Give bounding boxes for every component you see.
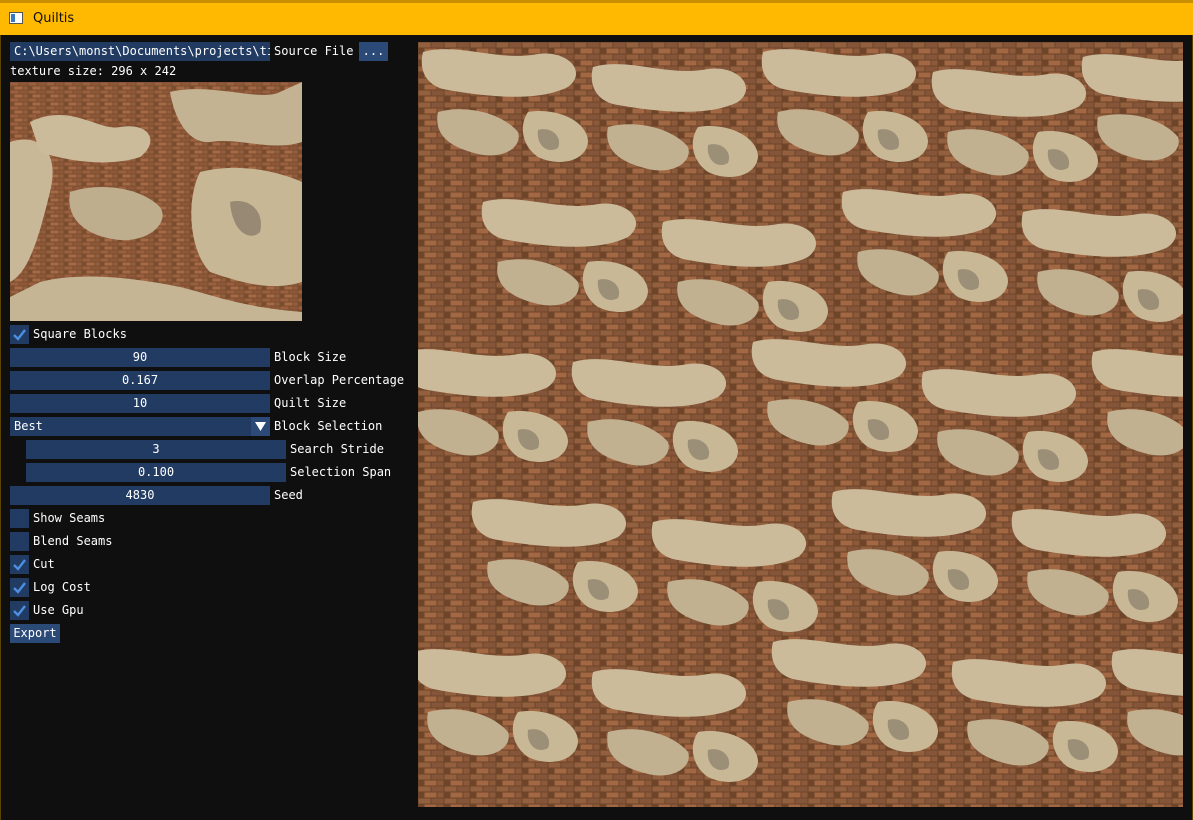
source-texture-image bbox=[10, 82, 302, 321]
quilted-texture-image bbox=[418, 42, 1183, 807]
export-button[interactable]: Export bbox=[10, 624, 60, 643]
overlap-percentage-slider[interactable]: 0.167 bbox=[10, 371, 270, 390]
checkmark-icon bbox=[13, 582, 26, 594]
window-title: Quiltis bbox=[33, 11, 75, 26]
checkmark-icon bbox=[13, 559, 26, 571]
search-stride-slider[interactable]: 3 bbox=[26, 440, 286, 459]
app-window-icon bbox=[9, 12, 23, 24]
seed-label: Seed bbox=[274, 488, 303, 502]
cut-checkbox[interactable] bbox=[10, 555, 29, 574]
source-file-input[interactable]: C:\Users\monst\Documents\projects\til bbox=[10, 42, 270, 61]
log-cost-label: Log Cost bbox=[33, 580, 91, 594]
quilt-size-label: Quilt Size bbox=[274, 396, 347, 410]
source-file-label: Source File bbox=[274, 44, 354, 58]
block-selection-label: Block Selection bbox=[274, 419, 383, 433]
checkmark-icon bbox=[13, 329, 26, 341]
square-blocks-label: Square Blocks bbox=[33, 327, 127, 341]
dropdown-arrow-button[interactable] bbox=[251, 417, 270, 436]
cut-label: Cut bbox=[33, 557, 55, 571]
blend-seams-label: Blend Seams bbox=[33, 534, 113, 548]
browse-button[interactable]: ... bbox=[359, 42, 388, 61]
block-selection-value: Best bbox=[14, 419, 43, 433]
quilted-output-preview bbox=[418, 42, 1183, 807]
overlap-percentage-label: Overlap Percentage bbox=[274, 373, 405, 387]
show-seams-label: Show Seams bbox=[33, 511, 106, 525]
window-body: C:\Users\monst\Documents\projects\til So… bbox=[0, 35, 1193, 820]
blend-seams-checkbox[interactable] bbox=[10, 532, 29, 551]
block-selection-dropdown[interactable]: Best bbox=[10, 417, 270, 436]
seed-input[interactable]: 4830 bbox=[10, 486, 270, 505]
square-blocks-checkbox[interactable] bbox=[10, 325, 29, 344]
texture-size-text: texture size: 296 x 242 bbox=[10, 64, 177, 78]
log-cost-checkbox[interactable] bbox=[10, 578, 29, 597]
use-gpu-label: Use Gpu bbox=[33, 603, 84, 617]
block-size-label: Block Size bbox=[274, 350, 347, 364]
checkmark-icon bbox=[13, 605, 26, 617]
selection-span-label: Selection Span bbox=[290, 465, 392, 479]
show-seams-checkbox[interactable] bbox=[10, 509, 29, 528]
triangle-down-icon bbox=[255, 422, 266, 431]
source-texture-preview bbox=[10, 82, 302, 321]
quilt-size-slider[interactable]: 10 bbox=[10, 394, 270, 413]
search-stride-label: Search Stride bbox=[290, 442, 384, 456]
title-bar[interactable]: Quiltis bbox=[0, 0, 1193, 35]
selection-span-slider[interactable]: 0.100 bbox=[26, 463, 286, 482]
use-gpu-checkbox[interactable] bbox=[10, 601, 29, 620]
block-size-slider[interactable]: 90 bbox=[10, 348, 270, 367]
settings-panel: C:\Users\monst\Documents\projects\til So… bbox=[1, 35, 411, 820]
